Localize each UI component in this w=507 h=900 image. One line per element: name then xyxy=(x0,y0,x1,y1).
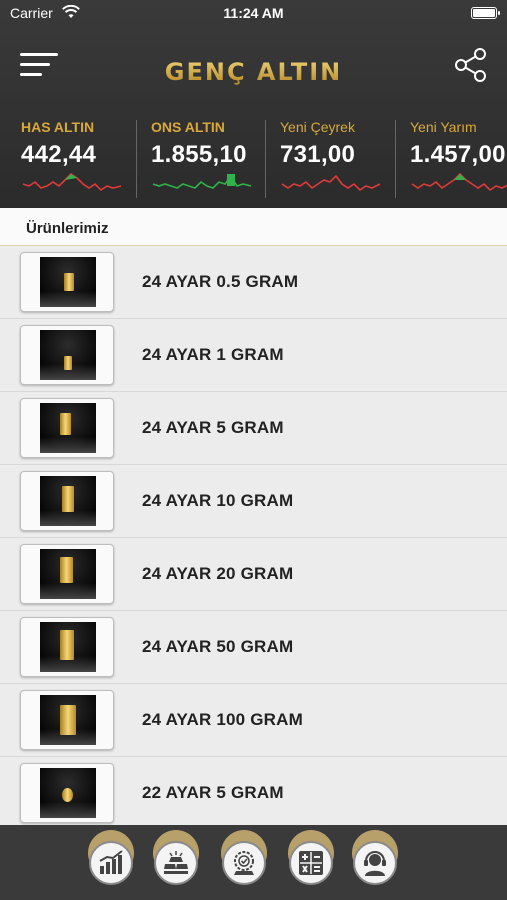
product-name: 24 AYAR 50 GRAM xyxy=(142,637,294,656)
ticker-name: Yeni Yarım xyxy=(410,119,477,135)
menu-icon-line xyxy=(20,53,58,56)
product-thumbnail xyxy=(20,325,114,385)
product-row[interactable]: 24 AYAR 10 GRAM xyxy=(0,465,507,538)
price-ticker-strip[interactable]: HAS ALTIN 442,44 ONS ALTIN 1.855,10 Yeni… xyxy=(0,112,507,202)
ticker-name: Yeni Çeyrek xyxy=(280,119,355,135)
battery-icon xyxy=(471,7,500,19)
product-name: 24 AYAR 20 GRAM xyxy=(142,564,294,583)
product-row[interactable]: 24 AYAR 1 GRAM xyxy=(0,319,507,392)
share-button[interactable] xyxy=(452,46,490,84)
ticker-price: 1.457,00 xyxy=(410,141,506,168)
quality-badge-icon xyxy=(234,851,254,875)
product-row[interactable]: 24 AYAR 100 GRAM xyxy=(0,684,507,757)
product-row[interactable]: 24 AYAR 0.5 GRAM xyxy=(0,246,507,319)
product-name: 24 AYAR 5 GRAM xyxy=(142,418,284,437)
product-name: 24 AYAR 1 GRAM xyxy=(142,345,284,364)
chart-icon xyxy=(99,850,123,874)
ticker-divider xyxy=(265,120,266,198)
section-title: Ürünlerimiz xyxy=(26,220,109,237)
ticker-has-altin[interactable]: HAS ALTIN 442,44 xyxy=(21,112,151,202)
bottom-tab-bar xyxy=(0,825,507,900)
product-thumbnail xyxy=(20,398,114,458)
support-agent-icon xyxy=(364,851,386,876)
ticker-price: 731,00 xyxy=(280,141,356,168)
product-thumbnail xyxy=(20,471,114,531)
section-header: Ürünlerimiz xyxy=(0,208,507,246)
product-thumbnail xyxy=(20,763,114,823)
product-name: 24 AYAR 100 GRAM xyxy=(142,710,303,729)
product-thumbnail xyxy=(20,690,114,750)
ticker-divider xyxy=(395,120,396,198)
tab-support[interactable] xyxy=(350,830,400,892)
product-name: 24 AYAR 0.5 GRAM xyxy=(142,272,299,291)
gold-bars-icon xyxy=(164,851,188,874)
tab-calculator[interactable] xyxy=(286,830,336,892)
sparkline-chart xyxy=(281,174,381,192)
ticker-name: ONS ALTIN xyxy=(151,119,225,135)
ticker-name: HAS ALTIN xyxy=(21,119,95,135)
product-name: 22 AYAR 5 GRAM xyxy=(142,783,284,802)
calculator-icon xyxy=(299,851,323,875)
ticker-ons-altin[interactable]: ONS ALTIN 1.855,10 xyxy=(151,112,281,202)
tab-products[interactable] xyxy=(151,830,201,892)
brand-logo: GENÇ ALTIN xyxy=(0,58,507,86)
tab-charts[interactable] xyxy=(86,830,136,892)
product-row[interactable]: 24 AYAR 5 GRAM xyxy=(0,392,507,465)
tab-quality[interactable] xyxy=(219,830,269,892)
product-thumbnail xyxy=(20,544,114,604)
share-icon xyxy=(455,48,486,82)
ticker-price: 442,44 xyxy=(21,141,97,168)
sparkline-chart xyxy=(152,174,252,189)
clock: 11:24 AM xyxy=(223,5,284,21)
app-header: Carrier 11:24 AM GENÇ ALTIN HAS ALTIN 44… xyxy=(0,0,507,208)
product-thumbnail xyxy=(20,252,114,312)
status-bar: Carrier 11:24 AM xyxy=(0,0,507,28)
product-list[interactable]: 24 AYAR 0.5 GRAM 24 AYAR 1 GRAM 24 AYAR … xyxy=(0,246,507,825)
sparkline-chart xyxy=(22,172,122,192)
product-row[interactable]: 24 AYAR 50 GRAM xyxy=(0,611,507,684)
sparkline-chart xyxy=(411,172,507,192)
ticker-price: 1.855,10 xyxy=(151,141,247,168)
product-row[interactable]: 24 AYAR 20 GRAM xyxy=(0,538,507,611)
product-thumbnail xyxy=(20,617,114,677)
product-row[interactable]: 22 AYAR 5 GRAM xyxy=(0,757,507,825)
ticker-divider xyxy=(136,120,137,198)
product-name: 24 AYAR 10 GRAM xyxy=(142,491,294,510)
ticker-yeni-ceyrek[interactable]: Yeni Çeyrek 731,00 xyxy=(280,112,410,202)
ticker-yeni-yarim[interactable]: Yeni Yarım 1.457,00 xyxy=(410,112,507,202)
